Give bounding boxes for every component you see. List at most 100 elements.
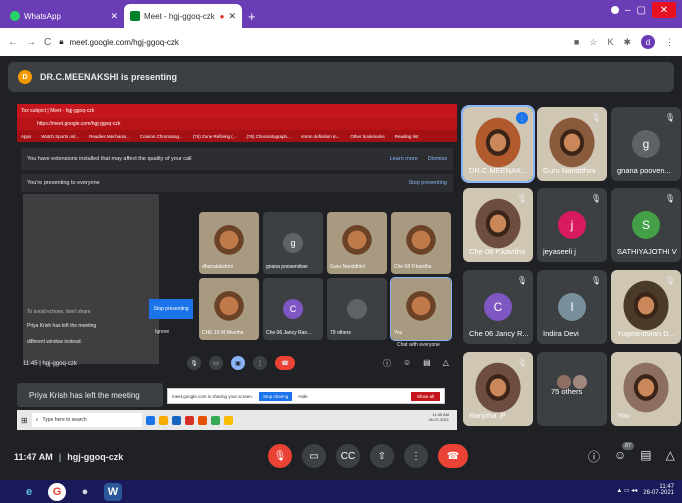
shared-chat-label: Chat with everyone [397, 342, 440, 348]
shared-participant-name: You [394, 330, 403, 336]
participant-tile[interactable]: ⋮ DR.C.MEENAK... [461, 105, 535, 183]
participant-tile[interactable]: 🎙︎ Yugeanthiran D... [611, 270, 681, 344]
bookmark: (76) Zone Refining (... [192, 133, 237, 139]
new-tab-button[interactable]: + [248, 9, 256, 24]
activities-icon: △ [442, 358, 449, 367]
app-icon [184, 415, 194, 425]
participant-left-toast: Priya Krish has left the meeting [17, 383, 163, 407]
shared-participant-name: 79 others [330, 330, 351, 336]
shared-participant-tile: g gnana poovendran [263, 212, 323, 274]
speaking-icon: ⋮ [516, 112, 528, 124]
mic-muted-icon: 🎙︎ [664, 276, 675, 285]
mic-muted-icon: 🎙︎ [590, 194, 601, 203]
menu-icon[interactable]: ⋮ [665, 37, 674, 48]
shared-taskbar: ⊞ ⌕ Type here to search [17, 410, 457, 430]
minimize-icon[interactable]: – [625, 5, 631, 16]
app-icon [171, 415, 181, 425]
present-button[interactable]: ⇧ [370, 444, 394, 468]
participant-tile[interactable]: 🎙︎ Ranjitha .P [463, 352, 533, 426]
participant-tile[interactable]: I 🎙︎ Indira Devi [537, 270, 607, 344]
participant-tile[interactable]: 🎙︎ Guru Nanddhini [537, 107, 607, 181]
stop-presenting-link: Stop presenting [408, 180, 447, 186]
close-icon[interactable]: ✕ [228, 11, 236, 22]
puzzle-icon[interactable]: ✱ [623, 37, 631, 48]
participant-tile[interactable]: g 🎙︎ gnana pooven... [611, 107, 681, 181]
profile-dot-icon [610, 6, 619, 14]
mic-off-button[interactable]: 🎙︎ [268, 444, 292, 468]
bookmark: Watch Sports onl... [41, 133, 80, 139]
dismiss-link: Dismiss [427, 156, 447, 162]
bookmark: Apps [21, 133, 32, 139]
mic-icon: 🎙︎ [187, 356, 201, 370]
chrome-icon[interactable]: G [48, 482, 66, 501]
shared-ignore: Ignore [155, 329, 170, 335]
recording-dot-icon: ● [219, 11, 225, 21]
window-close-icon[interactable]: ✕ [652, 2, 676, 18]
shared-participant-tile: 79 others [327, 278, 387, 340]
participant-tile[interactable]: 🎙︎ Che 08 P.kavitha [463, 188, 533, 262]
windows-taskbar: e G ● W ▲ ▭ ◂◂ 11:47 26-07-2021 [0, 480, 682, 503]
bookmark: Readies Mechanis... [89, 133, 130, 139]
presenting-text: DR.C.MEENAKSHI is presenting [40, 72, 178, 82]
shared-controls: 🎙︎ ▭ ▣ ⋮ ☎︎ [187, 356, 295, 370]
extension-icon[interactable]: K [607, 37, 613, 47]
warning-text: You have extensions installed that may a… [27, 156, 192, 162]
participant-tile[interactable]: j 🎙︎ jeyaseeli j [537, 188, 607, 262]
app-icon [223, 415, 233, 425]
participant-name: Indira Devi [543, 329, 579, 338]
bookmark: (76) Chromatograph... [246, 133, 291, 139]
shared-clock: 11:45 AM 26-07-2021 [429, 412, 449, 422]
captions-button[interactable]: CC [336, 444, 360, 468]
participant-tile[interactable]: C 🎙︎ Che 06 Jancy R... [463, 270, 533, 344]
word-icon[interactable]: W [104, 482, 122, 501]
participant-name: gnana pooven... [617, 166, 671, 175]
close-icon[interactable]: ✕ [110, 11, 118, 22]
bookmark: Reading list [394, 133, 419, 139]
shared-participant-tile: Che 08 P.kavitha [391, 212, 451, 274]
participant-tile[interactable]: 75 others [537, 352, 607, 426]
learn-more-link: Learn more [389, 156, 418, 162]
reload-icon[interactable]: C [44, 37, 51, 48]
camera-button[interactable]: ▭ [302, 444, 326, 468]
tab-label: Meet - hgj-ggoq-czk [144, 11, 215, 21]
shared-tab-strip: Tox subject | Meet - hgj-ggoq-czk [17, 104, 457, 118]
info-icon: ⓘ [383, 359, 391, 368]
forward-icon[interactable]: → [26, 37, 36, 48]
internet-explorer-icon[interactable]: e [20, 483, 38, 501]
notice-stop: Stop sharing [259, 391, 293, 401]
shared-participant-name: CHE 15 M.Nivetha [202, 330, 244, 336]
shared-presenting-bar: You're presenting to everyone Stop prese… [21, 174, 453, 192]
activities-icon[interactable]: △ [666, 448, 675, 465]
url-text: meet.google.com/hgj-ggoq-czk [69, 37, 179, 47]
camera-indicator-icon[interactable]: ■ [574, 37, 579, 47]
camera-icon: ▭ [209, 356, 223, 370]
participant-name: Che 06 Jancy R... [469, 329, 529, 338]
search-icon: ⌕ [35, 417, 39, 423]
profile-avatar[interactable]: d [641, 35, 655, 49]
shared-participant-avatar: g [283, 233, 303, 253]
participant-tile[interactable]: S 🎙︎ SATHIYAJOTHI V [611, 188, 681, 262]
lock-icon: 🔒︎ [59, 37, 64, 46]
tab-label: WhatsApp [24, 11, 61, 21]
url-field[interactable]: 🔒︎ meet.google.com/hgj-ggoq-czk [59, 32, 566, 52]
call-controls: 🎙︎ ▭ CC ⇧ ⋮ ☎︎ [268, 444, 468, 468]
more-options-button[interactable]: ⋮ [404, 444, 428, 468]
people-button[interactable]: ☺ 87 [614, 442, 635, 465]
shared-extension-warning: You have extensions installed that may a… [21, 148, 453, 170]
maximize-icon[interactable]: ▢ [637, 5, 646, 16]
bookmark: Column Chromatog... [139, 133, 183, 139]
info-icon[interactable]: ⓘ [588, 448, 600, 465]
tab-meet[interactable]: Meet - hgj-ggoq-czk ● ✕ [124, 4, 242, 28]
tab-whatsapp[interactable]: WhatsApp ✕ [4, 4, 124, 28]
back-icon[interactable]: ← [8, 37, 18, 48]
star-icon[interactable]: ☆ [589, 37, 597, 48]
participant-name: Ranjitha .P [469, 411, 506, 420]
participant-name: Che 08 P.kavitha [469, 247, 526, 256]
app-icon [210, 415, 220, 425]
chat-icon[interactable]: ▤ [640, 448, 651, 465]
participant-avatar: j [558, 211, 586, 239]
app-icon[interactable]: ● [76, 483, 94, 501]
participant-tile[interactable]: You [611, 352, 681, 426]
participant-name: DR.C.MEENAK... [469, 166, 528, 175]
leave-call-button[interactable]: ☎︎ [438, 444, 468, 468]
